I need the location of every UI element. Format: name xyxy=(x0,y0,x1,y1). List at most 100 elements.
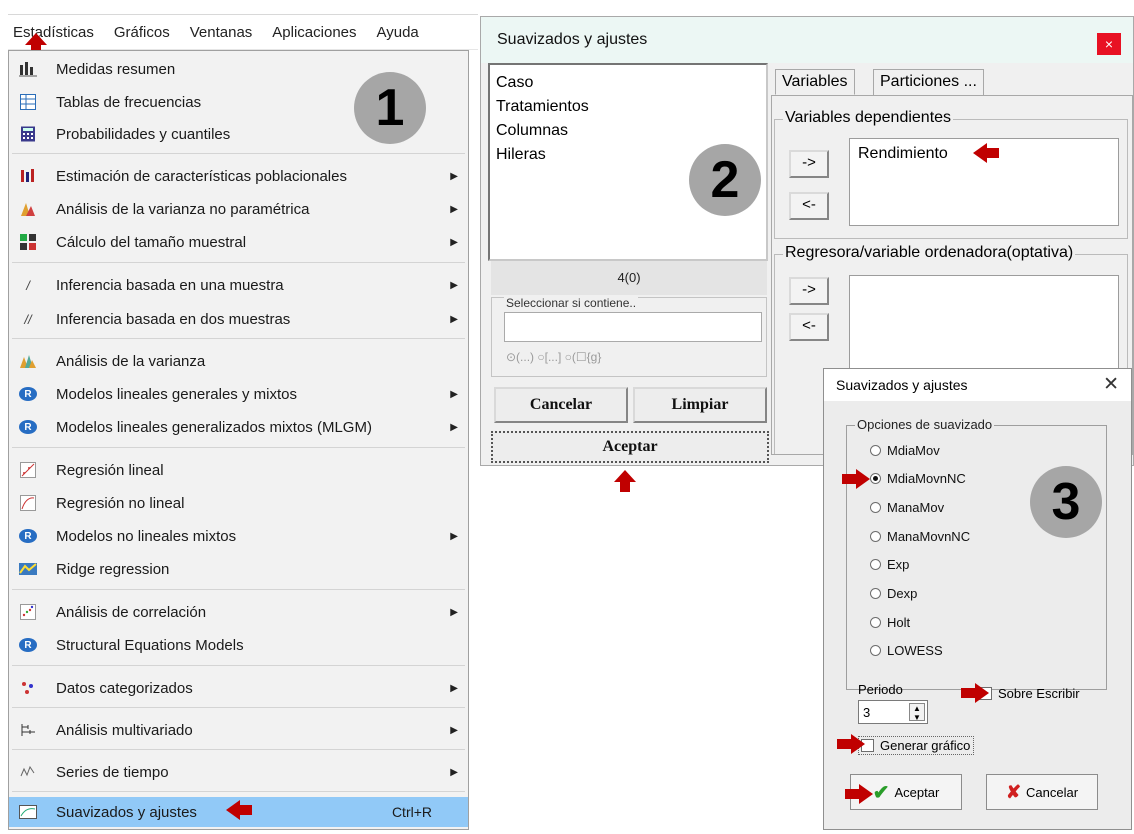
red-arrow-up-icon xyxy=(25,33,47,55)
menu-aplicaciones[interactable]: Aplicaciones xyxy=(262,24,366,41)
period-spinner[interactable]: 3 ▲ ▼ xyxy=(858,700,928,724)
radio-holt[interactable]: Holt xyxy=(870,612,910,632)
radio-circle-icon xyxy=(870,644,881,656)
population-icon xyxy=(19,167,37,185)
menu-item-datos-categorizados[interactable]: Datos categorizados ▶ xyxy=(9,673,468,703)
dialog-title: Suavizados y ajustes xyxy=(481,17,1133,63)
smoothing-options-label: Opciones de suavizado xyxy=(855,417,995,432)
calculator-icon xyxy=(19,125,37,143)
red-arrow-right-icon xyxy=(837,734,865,754)
move-right-button[interactable]: -> xyxy=(789,277,829,305)
r-icon: R xyxy=(19,420,37,434)
regressor-label: Regresora/variable ordenadora(optativa) xyxy=(783,244,1076,262)
radio-dexp[interactable]: Dexp xyxy=(870,583,917,603)
radio-mdiamovnnc[interactable]: MdiaMovnNC xyxy=(870,468,966,488)
select-filter-input[interactable] xyxy=(504,312,762,342)
menu-separator xyxy=(12,262,465,263)
list-item[interactable]: Caso xyxy=(496,71,760,95)
submenu-arrow-icon: ▶ xyxy=(450,279,458,291)
radio-circle-icon xyxy=(870,501,881,513)
menu-separator xyxy=(12,749,465,750)
menu-item-analisis-varianza[interactable]: Análisis de la varianza xyxy=(9,346,468,376)
menu-ventanas[interactable]: Ventanas xyxy=(180,24,263,41)
r-icon: R xyxy=(19,529,37,543)
menu-item-tamano-muestral[interactable]: Cálculo del tamaño muestral ▶ xyxy=(9,227,468,257)
close-icon[interactable]: ✕ xyxy=(1103,373,1119,396)
estadisticas-dropdown: Medidas resumen Tablas de frecuencias Pr… xyxy=(8,50,469,830)
radio-exp[interactable]: Exp xyxy=(870,554,909,574)
menu-item-inferencia-una-muestra[interactable]: / Inferencia basada en una muestra ▶ xyxy=(9,270,468,300)
time-series-icon xyxy=(19,763,37,781)
variable-count: 4(0) xyxy=(491,261,767,295)
list-item[interactable]: Columnas xyxy=(496,119,760,143)
menu-item-estimacion[interactable]: Estimación de características poblaciona… xyxy=(9,161,468,191)
menu-separator xyxy=(12,707,465,708)
clear-button[interactable]: Limpiar xyxy=(633,387,767,423)
move-right-button[interactable]: -> xyxy=(789,150,829,178)
radio-manamovnnc[interactable]: ManaMovnNC xyxy=(870,526,970,546)
step-badge-3: 3 xyxy=(1030,466,1102,538)
menu-item-regresion-lineal[interactable]: Regresión lineal xyxy=(9,455,468,485)
r-icon: R xyxy=(19,638,37,652)
categorical-icon xyxy=(19,679,37,697)
close-button[interactable]: × xyxy=(1097,33,1121,55)
menu-item-structural-equations[interactable]: R Structural Equations Models xyxy=(9,630,468,660)
menu-item-correlacion[interactable]: Análisis de correlación ▶ xyxy=(9,597,468,627)
smoothing-options-group: Opciones de suavizado MdiaMov MdiaMovnNC… xyxy=(846,417,1107,690)
submenu-arrow-icon: ▶ xyxy=(450,236,458,248)
menu-bar: Estadísticas Gráficos Ventanas Aplicacio… xyxy=(8,14,478,50)
summary-icon xyxy=(19,60,37,78)
tab-variables[interactable]: Variables xyxy=(775,69,855,95)
menu-estadisticas[interactable]: Estadísticas xyxy=(8,24,104,41)
radio-selected-icon xyxy=(870,472,881,484)
frequency-table-icon xyxy=(19,93,37,111)
submenu-arrow-icon: ▶ xyxy=(450,682,458,694)
menu-item-multivariado[interactable]: Análisis multivariado ▶ xyxy=(9,715,468,745)
red-arrow-right-icon xyxy=(842,469,870,489)
dialog-title: Suavizados y ajustes xyxy=(824,369,1131,401)
menu-item-series-tiempo[interactable]: Series de tiempo ▶ xyxy=(9,757,468,787)
red-arrow-right-icon xyxy=(961,683,989,703)
menu-separator xyxy=(12,791,465,792)
menu-item-regresion-no-lineal[interactable]: Regresión no lineal xyxy=(9,488,468,518)
menu-item-modelos-lineales[interactable]: R Modelos lineales generales y mixtos ▶ xyxy=(9,379,468,409)
menu-separator xyxy=(12,153,465,154)
menu-item-ridge[interactable]: Ridge regression xyxy=(9,554,468,584)
submenu-arrow-icon: ▶ xyxy=(450,606,458,618)
overwrite-checkbox[interactable]: Sobre Escribir xyxy=(979,686,1080,701)
radio-circle-icon xyxy=(870,558,881,570)
red-arrow-right-icon xyxy=(845,784,873,804)
radio-mdiamov[interactable]: MdiaMov xyxy=(870,440,940,460)
tab-particiones[interactable]: Particiones ... xyxy=(873,69,984,95)
submenu-arrow-icon: ▶ xyxy=(450,766,458,778)
radio-manamov[interactable]: ManaMov xyxy=(870,497,944,517)
cancel-button[interactable]: Cancelar xyxy=(494,387,628,423)
spinner-arrows-icon[interactable]: ▲ ▼ xyxy=(909,703,925,722)
dialog-suavizados-options: Suavizados y ajustes ✕ Opciones de suavi… xyxy=(823,368,1132,830)
submenu-arrow-icon: ▶ xyxy=(450,313,458,325)
dependent-variables-group: Variables dependientes -> <- Rendimiento xyxy=(774,109,1128,239)
menu-item-no-lineales-mixtos[interactable]: R Modelos no lineales mixtos ▶ xyxy=(9,521,468,551)
cancel-button[interactable]: ✘ Cancelar xyxy=(986,774,1098,810)
radio-lowess[interactable]: LOWESS xyxy=(870,640,943,660)
check-icon: ✔ xyxy=(872,781,890,804)
menu-graficos[interactable]: Gráficos xyxy=(104,24,180,41)
menu-item-inferencia-dos-muestras[interactable]: // Inferencia basada en dos muestras ▶ xyxy=(9,304,468,334)
list-item[interactable]: Tratamientos xyxy=(496,95,760,119)
radio-circle-icon xyxy=(870,616,881,628)
list-item[interactable]: Rendimiento xyxy=(858,145,948,162)
submenu-arrow-icon: ▶ xyxy=(450,203,458,215)
menu-item-anova-no-parametrica[interactable]: Análisis de la varianza no paramétrica ▶ xyxy=(9,194,468,224)
menu-ayuda[interactable]: Ayuda xyxy=(367,24,429,41)
dependent-variables-label: Variables dependientes xyxy=(783,109,954,127)
one-sample-icon: / xyxy=(26,277,30,293)
select-filter-group: Seleccionar si contiene.. ⊙(...) ○[...] … xyxy=(491,296,767,377)
submenu-arrow-icon: ▶ xyxy=(450,388,458,400)
move-left-button[interactable]: <- xyxy=(789,313,829,341)
menu-item-mlgm[interactable]: R Modelos lineales generalizados mixtos … xyxy=(9,412,468,442)
generate-chart-checkbox[interactable]: Generar gráfico xyxy=(858,736,975,755)
move-left-button[interactable]: <- xyxy=(789,192,829,220)
menu-separator xyxy=(12,589,465,590)
accept-button[interactable]: Aceptar xyxy=(491,431,769,463)
submenu-arrow-icon: ▶ xyxy=(450,530,458,542)
